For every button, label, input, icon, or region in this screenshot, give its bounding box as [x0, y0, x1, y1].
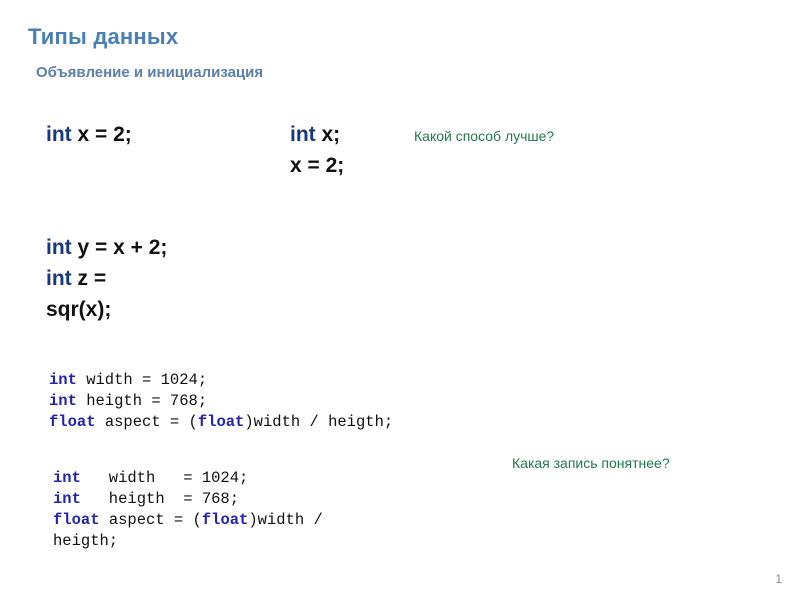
- code-keyword: float: [49, 413, 96, 431]
- code-block-declaration-then-assign: int x; x = 2;: [290, 119, 344, 181]
- code-line: int y = x + 2;: [46, 232, 167, 263]
- code-text: width = 1024;: [76, 371, 208, 389]
- code-block-declaration-with-init: int x = 2;: [46, 119, 132, 150]
- code-line: int z =: [46, 263, 167, 294]
- code-keyword: int: [46, 123, 72, 146]
- code-line: int x = 2;: [46, 119, 132, 150]
- code-keyword: int: [290, 123, 316, 146]
- code-line: x = 2;: [290, 150, 344, 181]
- annotation-which-way-is-better: Какой способ лучше?: [414, 128, 555, 144]
- code-text: heigth = 768;: [80, 490, 240, 508]
- code-block-aligned-monospace: int width = 1024; int heigth = 768; float …: [53, 468, 323, 552]
- slide-number: 1: [775, 572, 782, 586]
- code-text: sqr(x);: [46, 298, 112, 321]
- page-subtitle: Объявление и инициализация: [36, 64, 264, 81]
- annotation-which-form-is-clearer: Какая запись понятнее?: [512, 455, 670, 471]
- code-line: float aspect = (float)width / heigth;: [49, 412, 393, 433]
- slide-canvas: Типы данных Объявление и инициализация i…: [0, 0, 800, 600]
- code-line: int width = 1024;: [49, 370, 393, 391]
- code-text: x = 2;: [71, 123, 132, 146]
- code-text: z =: [71, 267, 107, 290]
- code-line: sqr(x);: [46, 294, 167, 325]
- code-keyword: int: [53, 469, 81, 487]
- code-keyword: int: [46, 236, 72, 259]
- page-title: Типы данных: [28, 24, 179, 49]
- code-line: heigth;: [53, 531, 323, 552]
- code-line: int heigth = 768;: [49, 391, 393, 412]
- code-keyword: int: [49, 371, 77, 389]
- code-text: x = 2;: [290, 154, 345, 177]
- code-line: float aspect = (float)width /: [53, 510, 323, 531]
- code-text: )width / heigth;: [244, 413, 394, 431]
- code-text: )width /: [248, 511, 323, 529]
- code-line: int x;: [290, 119, 344, 150]
- code-text: heigth;: [53, 532, 119, 550]
- code-block-expression-init: int y = x + 2; int z = sqr(x);: [46, 232, 167, 325]
- code-keyword: int: [46, 267, 72, 290]
- code-line: int heigth = 768;: [53, 489, 323, 510]
- code-block-unaligned-monospace: int width = 1024; int heigth = 768; float …: [49, 370, 393, 433]
- code-text: heigth = 768;: [76, 392, 208, 410]
- code-keyword: float: [197, 413, 245, 431]
- code-keyword: float: [201, 511, 249, 529]
- code-keyword: int: [49, 392, 77, 410]
- code-text: y = x + 2;: [71, 236, 168, 259]
- code-keyword: int: [53, 490, 81, 508]
- code-line: int width = 1024;: [53, 468, 323, 489]
- code-text: x;: [315, 123, 341, 146]
- code-keyword: float: [53, 511, 100, 529]
- code-text: aspect = (: [99, 511, 202, 529]
- code-text: width = 1024;: [80, 469, 249, 487]
- code-text: aspect = (: [95, 413, 198, 431]
